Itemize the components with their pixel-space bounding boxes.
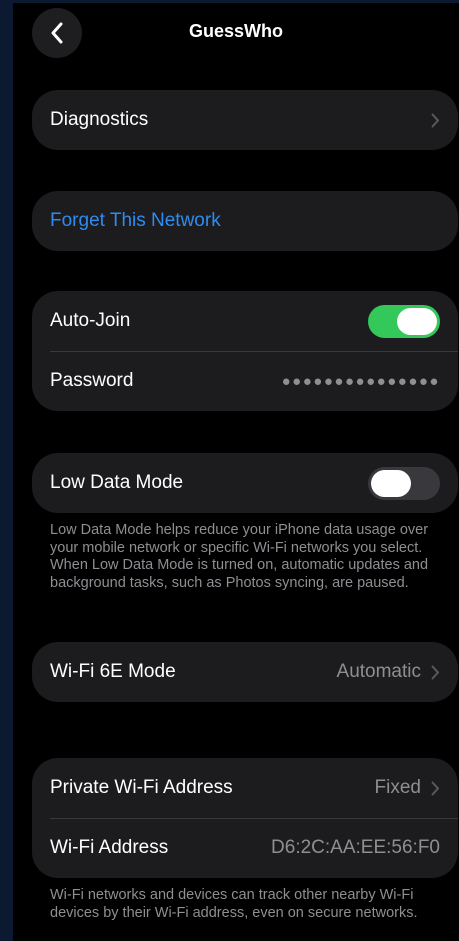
wifi6e-value: Automatic — [336, 661, 421, 682]
left-edge — [0, 0, 13, 941]
forget-network-label: Forget This Network — [50, 210, 221, 231]
wifi-address-row: Wi-Fi Address D6:2C:AA:EE:56:F0 — [32, 818, 458, 878]
auto-join-row: Auto-Join — [32, 291, 458, 351]
wifi-address-label: Wi-Fi Address — [50, 837, 169, 858]
diagnostics-row[interactable]: Diagnostics — [32, 90, 458, 150]
auto-join-label: Auto-Join — [50, 310, 131, 331]
nav-header: GuessWho — [13, 3, 459, 65]
address-card: Private Wi-Fi Address Fixed Wi-Fi Addres… — [32, 758, 458, 878]
password-value: ●●●●●●●●●●●●●●● — [281, 372, 440, 390]
chevron-right-icon — [431, 781, 440, 796]
wifi6e-row[interactable]: Wi-Fi 6E Mode Automatic — [32, 642, 458, 702]
forget-card: Forget This Network — [32, 191, 458, 251]
low-data-toggle[interactable] — [368, 466, 440, 500]
toggle-knob — [371, 469, 411, 497]
diagnostics-label: Diagnostics — [50, 109, 149, 130]
private-address-label: Private Wi-Fi Address — [50, 777, 233, 798]
low-data-row: Low Data Mode — [32, 453, 458, 513]
low-data-card: Low Data Mode — [32, 453, 458, 513]
chevron-right-icon — [431, 113, 440, 128]
private-address-row[interactable]: Private Wi-Fi Address Fixed — [32, 758, 458, 818]
wifi6e-label: Wi-Fi 6E Mode — [50, 661, 176, 682]
private-address-value: Fixed — [374, 777, 421, 798]
wifi-network-screen: GuessWho Diagnostics Forget This Network… — [13, 3, 459, 941]
toggle-knob — [397, 307, 437, 335]
join-card: Auto-Join Password ●●●●●●●●●●●●●●● — [32, 291, 458, 411]
wifi-address-value: D6:2C:AA:EE:56:F0 — [271, 837, 440, 858]
diagnostics-card: Diagnostics — [32, 90, 458, 150]
address-footnote: Wi-Fi networks and devices can track oth… — [50, 887, 418, 921]
forget-network-button[interactable]: Forget This Network — [32, 191, 458, 251]
page-title: GuessWho — [188, 21, 283, 41]
chevron-right-icon — [431, 665, 440, 680]
low-data-footnote: Low Data Mode helps reduce your iPhone d… — [50, 522, 429, 591]
wifi6e-card: Wi-Fi 6E Mode Automatic — [32, 642, 458, 702]
password-row[interactable]: Password ●●●●●●●●●●●●●●● — [32, 351, 458, 411]
low-data-label: Low Data Mode — [50, 472, 184, 493]
auto-join-toggle[interactable] — [368, 304, 440, 338]
password-label: Password — [50, 370, 134, 391]
